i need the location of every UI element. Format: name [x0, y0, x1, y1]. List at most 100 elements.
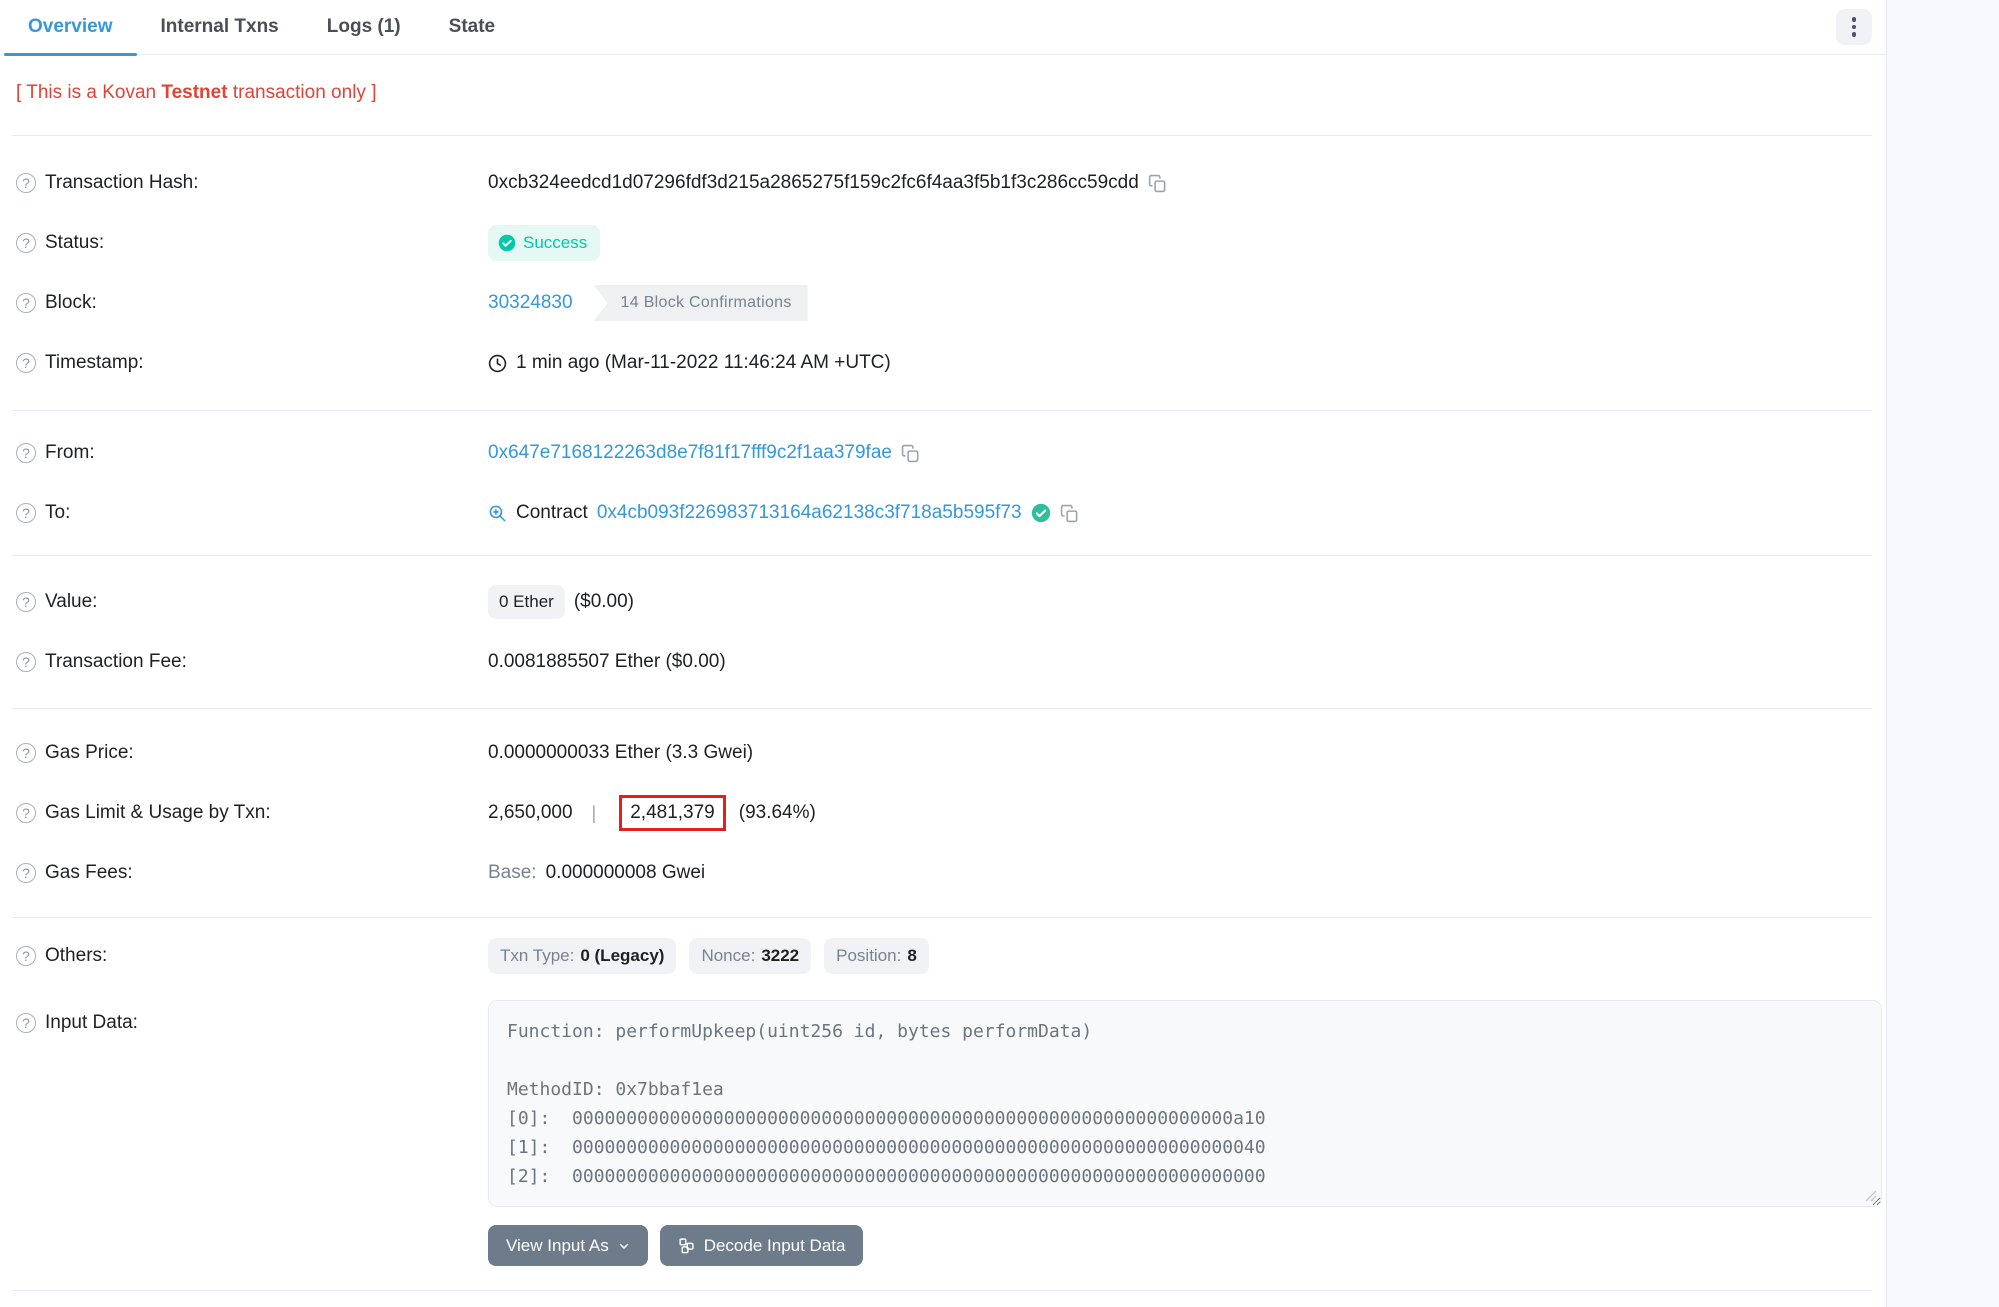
help-icon[interactable]: ?	[16, 743, 36, 763]
gas-used-percent: (93.64%)	[739, 802, 816, 824]
tab-state[interactable]: State	[425, 0, 519, 54]
row-transaction-hash: ? Transaction Hash: 0xcb324eedcd1d07296f…	[16, 153, 1870, 213]
status-value: Success	[523, 233, 587, 253]
copy-icon	[901, 444, 920, 463]
value-usd: ($0.00)	[574, 591, 634, 613]
copy-icon	[1148, 174, 1167, 193]
gas-limit-separator: |	[592, 803, 597, 824]
content-card: Overview Internal Txns Logs (1) State [ …	[0, 0, 1887, 1307]
value-label: Value:	[45, 591, 97, 613]
view-input-as-button[interactable]: View Input As	[488, 1225, 648, 1266]
help-icon[interactable]: ?	[16, 173, 36, 193]
row-to: ? To: Contract 0x4cb093f226983713164a621…	[16, 483, 1870, 543]
help-icon[interactable]: ?	[16, 803, 36, 823]
help-icon[interactable]: ?	[16, 503, 36, 523]
row-block: ? Block: 30324830 14 Block Confirmations	[16, 273, 1870, 333]
row-value: ? Value: 0 Ether ($0.00)	[16, 572, 1870, 632]
verified-check-icon	[1031, 503, 1051, 523]
view-input-as-label: View Input As	[506, 1236, 609, 1256]
tab-state-label: State	[449, 16, 495, 38]
nonce-label: Nonce:	[701, 946, 755, 966]
row-gas-fees: ? Gas Fees: Base: 0.000000008 Gwei	[16, 843, 1870, 903]
help-icon[interactable]: ?	[16, 863, 36, 883]
highlight-box: 2,481,379	[619, 795, 726, 831]
check-circle-icon	[498, 234, 516, 252]
from-address-link[interactable]: 0x647e7168122263d8e7f81f17fff9c2f1aa379f…	[488, 442, 892, 464]
input-data-textarea[interactable]: Function: performUpkeep(uint256 id, byte…	[488, 1000, 1882, 1207]
row-others: ? Others: Txn Type: 0 (Legacy) Nonce: 32…	[16, 928, 1870, 984]
tab-logs[interactable]: Logs (1)	[303, 0, 425, 54]
from-label: From:	[45, 442, 95, 464]
decode-cubes-icon	[678, 1237, 695, 1254]
gas-used-value: 2,481,379	[630, 802, 715, 824]
testnet-notice: [ This is a Kovan Testnet transaction on…	[0, 55, 1886, 135]
copy-hash-button[interactable]	[1148, 174, 1167, 193]
tab-internal-txns[interactable]: Internal Txns	[137, 0, 303, 54]
block-label: Block:	[45, 292, 97, 314]
help-icon[interactable]: ?	[16, 443, 36, 463]
transaction-fee-label: Transaction Fee:	[45, 651, 187, 673]
clock-icon	[488, 354, 507, 373]
block-confirmations-badge: 14 Block Confirmations	[594, 285, 808, 321]
value-amount-badge: 0 Ether	[488, 585, 565, 619]
section-value-fee: ? Value: 0 Ether ($0.00) ? Transaction F…	[0, 556, 1886, 708]
row-transaction-fee: ? Transaction Fee: 0.0081885507 Ether ($…	[16, 632, 1870, 692]
resize-handle-icon[interactable]	[1865, 1190, 1877, 1202]
gas-fees-label: Gas Fees:	[45, 862, 133, 884]
row-input-data: ? Input Data: Function: performUpkeep(ui…	[16, 1000, 1870, 1266]
gas-price-label: Gas Price:	[45, 742, 134, 764]
input-data-actions: View Input As Decode Input Data	[488, 1225, 1882, 1266]
tab-overview[interactable]: Overview	[4, 0, 137, 54]
row-timestamp: ? Timestamp: 1 min ago (Mar-11-2022 11:4…	[16, 333, 1870, 393]
to-address-link[interactable]: 0x4cb093f226983713164a62138c3f718a5b595f…	[597, 502, 1022, 524]
others-label: Others:	[45, 945, 107, 967]
more-options-button[interactable]	[1836, 9, 1872, 45]
to-contract-word: Contract	[516, 502, 588, 524]
input-data-content: Function: performUpkeep(uint256 id, byte…	[507, 1017, 1863, 1191]
txn-type-label: Txn Type:	[500, 946, 574, 966]
to-label: To:	[45, 502, 70, 524]
section-addresses: ? From: 0x647e7168122263d8e7f81f17fff9c2…	[0, 411, 1886, 555]
row-gas-price: ? Gas Price: 0.0000000033 Ether (3.3 Gwe…	[16, 723, 1870, 783]
position-label: Position:	[836, 946, 901, 966]
nonce-badge: Nonce: 3222	[689, 938, 811, 974]
tab-overview-label: Overview	[28, 16, 113, 38]
input-data-label: Input Data:	[45, 1012, 138, 1034]
copy-from-button[interactable]	[901, 444, 920, 463]
copy-icon	[1060, 504, 1079, 523]
gas-limit-value: 2,650,000	[488, 802, 573, 824]
status-label: Status:	[45, 232, 104, 254]
help-icon[interactable]: ?	[16, 652, 36, 672]
tab-logs-label: Logs (1)	[327, 16, 401, 38]
notice-suffix: transaction only ]	[228, 82, 377, 103]
transaction-fee-value: 0.0081885507 Ether ($0.00)	[488, 651, 726, 673]
help-icon[interactable]: ?	[16, 233, 36, 253]
chevron-down-icon	[618, 1240, 630, 1252]
transaction-hash-value: 0xcb324eedcd1d07296fdf3d215a2865275f159c…	[488, 172, 1139, 194]
help-icon[interactable]: ?	[16, 1013, 36, 1033]
status-badge: Success	[488, 225, 600, 261]
row-gas-limit-usage: ? Gas Limit & Usage by Txn: 2,650,000 | …	[16, 783, 1870, 843]
gas-limit-label: Gas Limit & Usage by Txn:	[45, 802, 271, 824]
help-icon[interactable]: ?	[16, 293, 36, 313]
help-icon[interactable]: ?	[16, 946, 36, 966]
timestamp-label: Timestamp:	[45, 352, 144, 374]
section-overview-top: ? Transaction Hash: 0xcb324eedcd1d07296f…	[0, 136, 1886, 410]
block-number-link[interactable]: 30324830	[488, 292, 573, 314]
help-icon[interactable]: ?	[16, 592, 36, 612]
section-others-input: ? Others: Txn Type: 0 (Legacy) Nonce: 32…	[0, 918, 1886, 1290]
row-from: ? From: 0x647e7168122263d8e7f81f17fff9c2…	[16, 423, 1870, 483]
decode-input-data-button[interactable]: Decode Input Data	[660, 1225, 864, 1266]
section-gas: ? Gas Price: 0.0000000033 Ether (3.3 Gwe…	[0, 709, 1886, 917]
divider	[12, 1290, 1872, 1291]
magnifier-plus-icon[interactable]	[488, 504, 507, 523]
row-status: ? Status: Success	[16, 213, 1870, 273]
transaction-hash-label: Transaction Hash:	[45, 172, 198, 194]
position-badge: Position: 8	[824, 938, 929, 974]
copy-to-button[interactable]	[1060, 504, 1079, 523]
txn-type-value: 0 (Legacy)	[580, 946, 664, 966]
gas-fees-base-label: Base:	[488, 862, 537, 884]
gas-price-value: 0.0000000033 Ether (3.3 Gwei)	[488, 742, 753, 764]
help-icon[interactable]: ?	[16, 353, 36, 373]
position-value: 8	[907, 946, 916, 966]
